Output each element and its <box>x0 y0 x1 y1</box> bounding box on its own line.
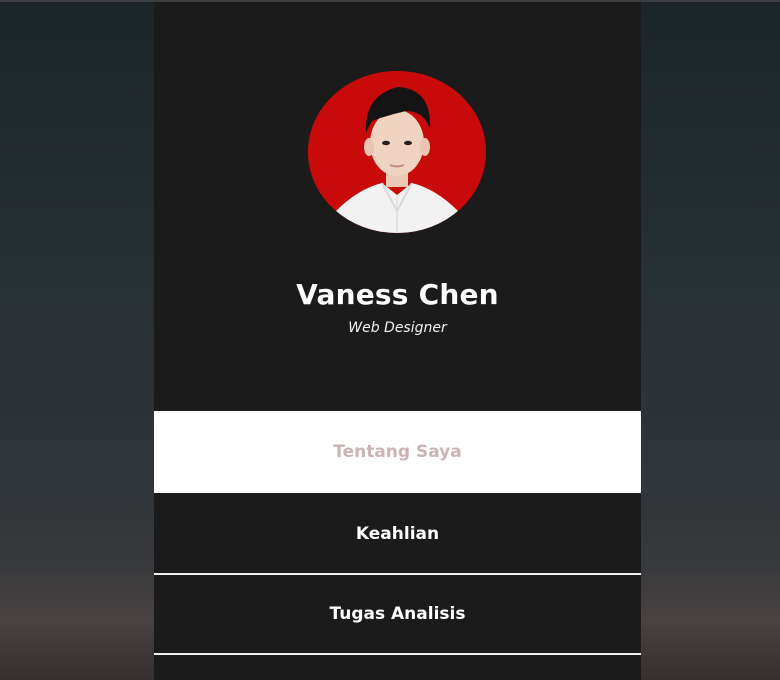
menu-item-keahlian[interactable]: Keahlian <box>154 494 641 574</box>
menu-item-label: Tugas Analisis <box>329 604 466 624</box>
menu-item-label: Keahlian <box>355 524 440 544</box>
profile-sidebar: Vaness Chen Web Designer Tentang Saya Ke… <box>154 2 641 680</box>
profile-role: Web Designer <box>348 320 447 336</box>
profile-name: Vaness Chen <box>296 278 499 311</box>
profile-photo <box>308 71 486 233</box>
menu-item-label: Tentang Saya <box>333 442 462 462</box>
profile-avatar <box>308 71 486 233</box>
menu-divider <box>154 653 641 655</box>
menu-item-tugas-analisis[interactable]: Tugas Analisis <box>154 575 641 653</box>
menu-item-tentang-saya[interactable]: Tentang Saya <box>154 411 641 493</box>
